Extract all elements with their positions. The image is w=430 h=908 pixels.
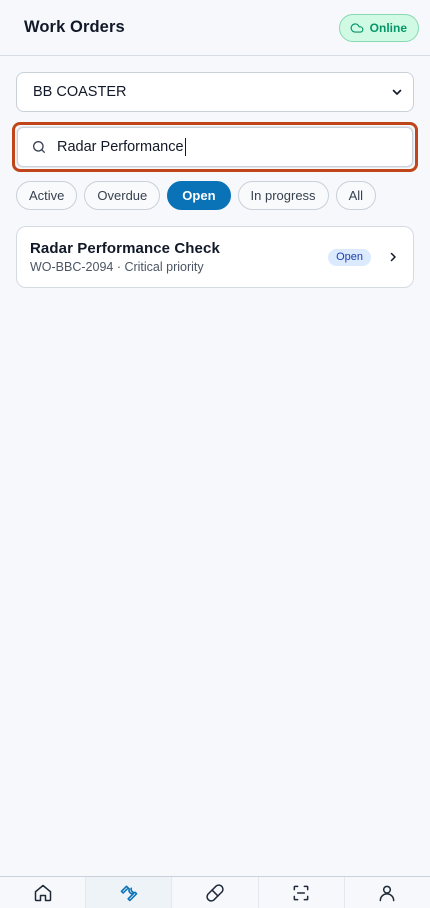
work-order-card[interactable]: Radar Performance Check WO-BBC-2094 · Cr… bbox=[16, 226, 414, 288]
bottom-navigation bbox=[0, 876, 430, 908]
pill-icon bbox=[206, 883, 224, 902]
search-input[interactable]: Radar Performance bbox=[17, 127, 413, 167]
filter-chip-in-progress[interactable]: In progress bbox=[237, 181, 329, 210]
app-header: Work Orders Online bbox=[0, 0, 430, 56]
work-order-text: Radar Performance Check WO-BBC-2094 · Cr… bbox=[30, 240, 328, 274]
connection-status-label: Online bbox=[369, 20, 407, 35]
search-focus-outline: Radar Performance bbox=[12, 122, 418, 172]
nav-scan[interactable] bbox=[259, 877, 345, 908]
cloud-icon bbox=[350, 22, 364, 33]
search-input-value: Radar Performance bbox=[57, 138, 186, 156]
filter-chip-overdue[interactable]: Overdue bbox=[84, 181, 161, 210]
nav-medications[interactable] bbox=[172, 877, 259, 908]
nav-profile[interactable] bbox=[345, 877, 430, 908]
work-order-title: Radar Performance Check bbox=[30, 240, 220, 257]
main-content: BB COASTER Radar Performance Active Over… bbox=[0, 56, 430, 288]
search-icon bbox=[33, 141, 45, 153]
home-icon bbox=[34, 884, 51, 901]
status-badge: Open bbox=[328, 248, 371, 266]
filter-chip-active[interactable]: Active bbox=[16, 181, 78, 210]
nav-work-orders[interactable] bbox=[86, 877, 173, 908]
connection-status-badge[interactable]: Online bbox=[338, 13, 419, 42]
user-icon bbox=[379, 885, 395, 901]
status-filter-bar: Active Overdue Open In progress All bbox=[16, 181, 414, 210]
vessel-select[interactable]: BB COASTER bbox=[16, 72, 414, 112]
work-order-subtitle: WO-BBC-2094 · Critical priority bbox=[30, 260, 204, 274]
vessel-select-value: BB COASTER bbox=[33, 84, 127, 100]
wrench-icon bbox=[120, 885, 138, 901]
nav-home[interactable] bbox=[0, 877, 87, 908]
chevron-right-icon bbox=[390, 252, 396, 262]
filter-chip-open[interactable]: Open bbox=[167, 181, 231, 210]
filter-chip-all[interactable]: All bbox=[335, 181, 377, 210]
page-title: Work Orders bbox=[24, 18, 125, 36]
chevron-down-icon bbox=[392, 89, 402, 95]
scan-icon bbox=[293, 885, 309, 900]
